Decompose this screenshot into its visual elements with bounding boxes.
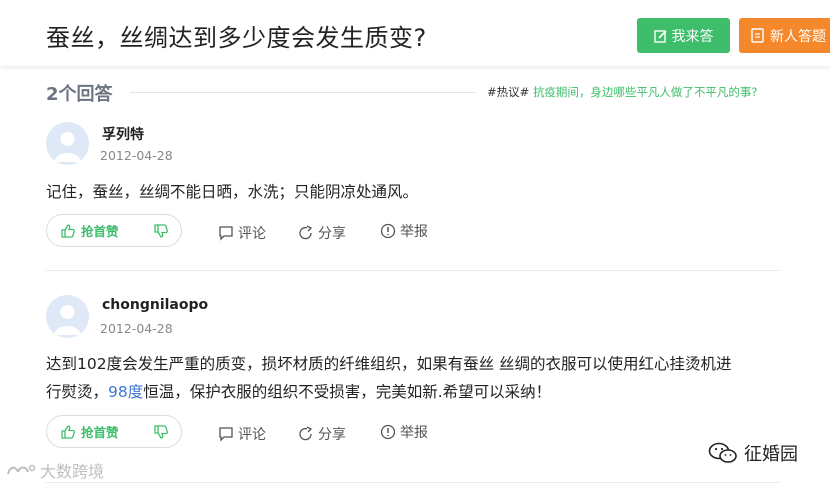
vote-group: 抢首赞 [46, 415, 182, 448]
answer-button[interactable]: 我来答 [637, 18, 730, 53]
comment-icon [219, 427, 233, 442]
answer-item: 孚列特 2012-04-28 记住，蚕丝，丝绸不能日晒，水洗；只能阴凉处通风。 … [46, 122, 786, 262]
watermark-right: 征婚园 [708, 440, 798, 466]
content-highlight-link[interactable]: 98度 [108, 383, 143, 401]
answer-date: 2012-04-28 [100, 148, 173, 163]
watermark-left-text: 大数跨境 [40, 462, 105, 481]
thumbs-up-icon [61, 424, 75, 439]
wechat-icon [708, 442, 737, 463]
comment-label: 评论 [238, 427, 266, 443]
upvote-button[interactable]: 抢首赞 [47, 422, 141, 441]
answer-content-line: 行熨烫，98度恒温，保护衣服的组织不受损害，完美如新.希望可以采纳！ [46, 378, 786, 406]
report-button[interactable]: 举报 [380, 221, 428, 241]
report-label: 举报 [400, 224, 428, 240]
answer-content: 记住，蚕丝，丝绸不能日晒，水洗；只能阴凉处通风。 [46, 183, 419, 201]
report-icon [380, 424, 396, 440]
watermark-left: 大数跨境 [6, 458, 104, 482]
document-icon [751, 28, 764, 43]
share-label: 分享 [318, 427, 346, 443]
answer-divider [46, 482, 780, 483]
new-button-label: 新人答题 [770, 28, 826, 45]
share-button[interactable]: 分享 [298, 223, 346, 243]
upvote-label: 抢首赞 [81, 224, 119, 239]
watermark-right-text: 征婚园 [744, 444, 798, 465]
answer-content: 达到102度会发生严重的质变，损坏材质的纤维组织，如果有蚕丝 丝绸的衣服可以使用… [46, 350, 786, 406]
comment-icon [219, 226, 233, 241]
share-button[interactable]: 分享 [298, 424, 346, 444]
hot-topic[interactable]: #热议# 抗疫期间，身边哪些平凡人做了不平凡的事? [487, 84, 758, 100]
content-text: 恒温，保护衣服的组织不受损害，完美如新.希望可以采纳！ [143, 383, 552, 401]
vote-group: 抢首赞 [46, 214, 182, 247]
share-label: 分享 [318, 226, 346, 242]
answers-count: 2个回答 [46, 84, 113, 105]
question-header: 蚕丝，丝绸达到多少度会发生质变? 我来答 新人答题 [0, 0, 830, 66]
downvote-button[interactable] [141, 424, 181, 439]
username[interactable]: 孚列特 [102, 124, 144, 144]
report-label: 举报 [400, 425, 428, 441]
downvote-button[interactable] [141, 223, 181, 238]
comment-button[interactable]: 评论 [218, 424, 266, 444]
content-text: 行熨烫， [46, 383, 109, 401]
thumbs-up-icon [61, 223, 75, 238]
thumbs-down-icon [154, 223, 168, 238]
username[interactable]: chongnilaopo [102, 297, 208, 313]
logo-icon [7, 464, 36, 475]
answer-content-line: 达到102度会发生严重的质变，损坏材质的纤维组织，如果有蚕丝 丝绸的衣服可以使用… [46, 355, 732, 373]
avatar[interactable] [46, 295, 89, 338]
avatar[interactable] [46, 122, 89, 165]
report-button[interactable]: 举报 [380, 422, 428, 442]
upvote-label: 抢首赞 [81, 425, 119, 440]
hot-topic-link[interactable]: 抗疫期间，身边哪些平凡人做了不平凡的事? [533, 85, 758, 99]
edit-icon [653, 29, 667, 43]
count-divider [130, 92, 476, 93]
new-user-answer-button[interactable]: 新人答题 [739, 18, 830, 53]
upvote-button[interactable]: 抢首赞 [47, 221, 141, 240]
share-icon [299, 225, 313, 240]
answer-divider [46, 270, 780, 271]
default-avatar-icon [54, 305, 81, 335]
answer-date: 2012-04-28 [100, 321, 173, 336]
comment-button[interactable]: 评论 [218, 223, 266, 243]
hot-topic-prefix: #热议# [487, 85, 530, 99]
default-avatar-icon [54, 132, 81, 162]
report-icon [380, 223, 396, 239]
thumbs-down-icon [154, 424, 168, 439]
question-title: 蚕丝，丝绸达到多少度会发生质变? [46, 24, 427, 52]
comment-label: 评论 [238, 226, 266, 242]
answer-item: chongnilaopo 2012-04-28 达到102度会发生严重的质变，损… [46, 295, 786, 455]
share-icon [299, 426, 313, 441]
answer-button-label: 我来答 [671, 28, 714, 45]
